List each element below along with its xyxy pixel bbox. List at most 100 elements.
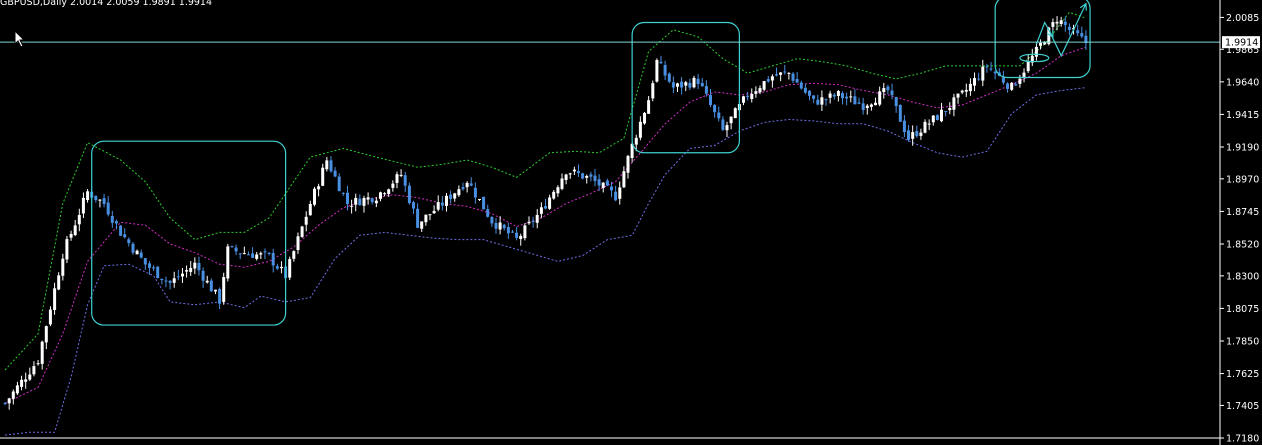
candle-body	[189, 268, 193, 272]
candle-body	[222, 277, 226, 302]
candle-body	[605, 180, 609, 186]
candle-body	[535, 214, 539, 223]
candle-body	[1001, 77, 1005, 83]
candle-body	[242, 253, 246, 255]
y-tick-label: 1.9190	[1226, 142, 1259, 153]
candle-body	[919, 132, 923, 136]
candle-body	[717, 112, 721, 119]
candle-body	[440, 202, 444, 206]
candle-body	[152, 267, 156, 269]
candle-body	[544, 206, 547, 209]
candle-body	[164, 280, 168, 282]
y-tick-label: 1.9415	[1226, 110, 1259, 121]
candle-body	[907, 130, 910, 140]
candle-body	[391, 183, 395, 188]
candle-body	[803, 87, 807, 93]
candle-body	[614, 191, 618, 201]
candle-body	[882, 88, 886, 92]
candle-body	[647, 100, 651, 114]
candle-body	[1018, 78, 1022, 84]
candle-body	[114, 221, 118, 224]
candle-body	[259, 253, 263, 255]
candle-body	[721, 119, 725, 130]
candle-body	[325, 160, 329, 170]
candle-body	[700, 83, 704, 87]
candle-body	[218, 289, 222, 304]
candle-body	[1059, 20, 1063, 24]
candle-body	[915, 131, 919, 137]
candle-body	[696, 78, 700, 84]
candle-body	[692, 77, 696, 88]
candle-body	[313, 188, 316, 205]
candle-body	[354, 197, 358, 205]
candle-body	[944, 111, 948, 112]
candle-body	[119, 225, 123, 236]
candle-body	[379, 192, 382, 199]
candle-body	[655, 60, 659, 82]
candle-body	[131, 243, 135, 253]
candle-body	[1051, 22, 1055, 27]
chart-window[interactable]: 2.0085 1.9865 1.9640 1.9415 1.9190 1.8970 1.87…	[0, 0, 1262, 445]
candle-body	[346, 192, 349, 205]
candle-body	[841, 93, 844, 99]
candle-body	[185, 270, 189, 272]
candle-body	[577, 171, 580, 174]
candle-body	[160, 278, 164, 280]
candle-body	[1055, 21, 1059, 24]
middle-band-line	[4, 46, 1087, 404]
candle-body	[20, 379, 24, 387]
candle-body	[836, 91, 840, 96]
candle-body	[432, 210, 436, 214]
candle-body	[416, 208, 420, 228]
candle-body	[733, 108, 737, 119]
candle-body	[593, 175, 597, 181]
candle-body	[878, 91, 882, 105]
candle-body	[1022, 72, 1026, 77]
candle-body	[135, 250, 139, 255]
candle-body	[73, 225, 77, 236]
candle-body	[337, 176, 341, 192]
candle-body	[288, 259, 292, 278]
candle-body	[874, 102, 877, 106]
candle-body	[952, 97, 956, 110]
candle-body	[494, 223, 498, 229]
candle-body	[110, 216, 114, 223]
y-tick-label: 1.8745	[1226, 207, 1259, 218]
candle-body	[1080, 33, 1084, 37]
candle-body	[358, 198, 362, 206]
candle-body	[766, 79, 770, 82]
candle-body	[684, 82, 688, 86]
candle-body	[148, 263, 151, 268]
candle-body	[300, 226, 304, 237]
candle-body	[676, 83, 679, 87]
candle-body	[956, 93, 960, 98]
candle-body	[981, 66, 985, 81]
candle-body	[275, 266, 279, 269]
candle-body	[106, 202, 110, 215]
candle-body	[671, 82, 675, 88]
candle-body	[482, 196, 486, 210]
candle-body	[490, 217, 494, 224]
annotations	[91, 0, 1091, 326]
candle-body	[585, 176, 589, 178]
chart-canvas[interactable]: 2.00851.98651.96401.94151.91901.89701.87…	[0, 0, 1262, 445]
candle-body	[7, 398, 11, 404]
candle-body	[193, 262, 197, 269]
candle-body	[3, 403, 7, 404]
candle-body	[267, 252, 271, 254]
candle-body	[403, 175, 407, 186]
candle-body	[820, 97, 824, 105]
projection-arrow	[1048, 3, 1087, 58]
candle-body	[81, 197, 85, 214]
candle-body	[968, 83, 972, 92]
candle-body	[478, 199, 481, 200]
symbol-label: GBPUSD,Daily	[0, 0, 67, 8]
candle-body	[791, 73, 795, 81]
candle-body	[53, 288, 57, 310]
candle-body	[853, 96, 857, 105]
candle-body	[407, 185, 411, 204]
candle-body	[795, 79, 799, 83]
candle-body	[985, 66, 989, 68]
candle-body	[420, 221, 424, 229]
candle-body	[308, 204, 312, 216]
